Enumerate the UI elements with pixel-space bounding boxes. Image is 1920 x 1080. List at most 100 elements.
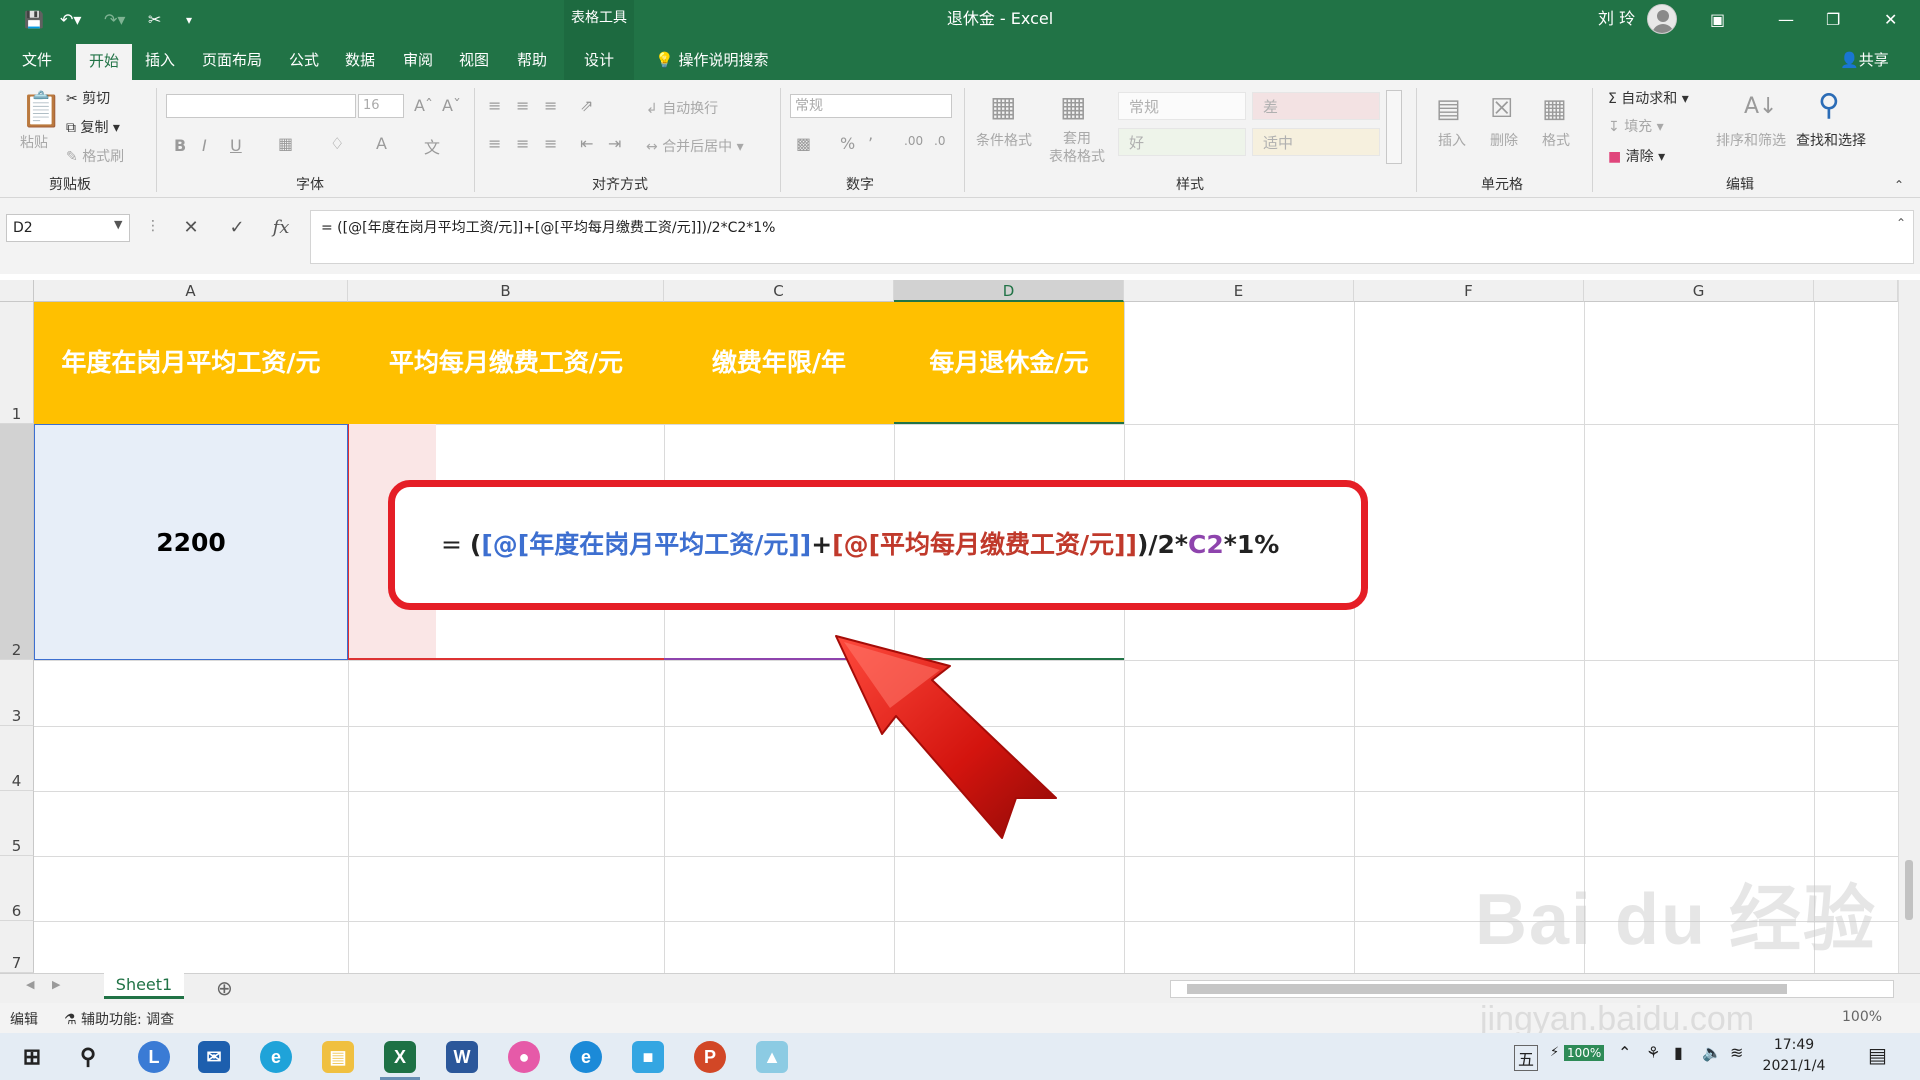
column-header-d[interactable]: D xyxy=(894,280,1124,302)
row-header-5[interactable]: 5 xyxy=(0,791,34,856)
mail-icon[interactable]: ✉ xyxy=(198,1041,230,1073)
insert-function-icon[interactable]: fx xyxy=(266,214,296,242)
bold-icon[interactable]: B xyxy=(174,136,186,155)
increase-decimal-icon[interactable]: .00 xyxy=(904,134,923,148)
font-name-box[interactable] xyxy=(166,94,356,118)
powerpoint-icon[interactable]: P xyxy=(694,1041,726,1073)
style-neutral[interactable]: 适中 xyxy=(1252,128,1380,156)
column-header-c[interactable]: C xyxy=(664,280,894,302)
user-name[interactable]: 刘 玲 xyxy=(1598,0,1635,40)
currency-icon[interactable]: ▩ xyxy=(796,134,811,153)
clear-button[interactable]: ■ 清除 ▾ xyxy=(1608,146,1665,166)
app-blue-icon[interactable]: ■ xyxy=(632,1041,664,1073)
percent-icon[interactable]: % xyxy=(840,134,855,153)
sheet-tab-sheet1[interactable]: Sheet1 xyxy=(104,973,184,999)
notification-icon[interactable]: ▤ xyxy=(1868,1043,1887,1067)
merge-center-button[interactable]: ↔ 合并后居中 ▾ xyxy=(646,136,744,156)
tab-help[interactable]: 帮助 xyxy=(508,40,556,80)
fill-color-icon[interactable]: ♢ xyxy=(330,134,344,153)
align-middle-icon[interactable]: ≡ xyxy=(516,96,529,115)
accessibility-status[interactable]: ⚗ 辅助功能: 调查 xyxy=(64,1009,174,1029)
font-color-icon[interactable]: A xyxy=(376,134,387,153)
tab-formulas[interactable]: 公式 xyxy=(282,40,326,80)
search-icon[interactable]: ⚲ xyxy=(72,1041,104,1073)
copy-button[interactable]: ⧉ 复制 ▾ xyxy=(66,117,120,137)
collapse-formula-icon[interactable]: ⌃ xyxy=(1896,216,1906,230)
delete-cells-icon[interactable]: ☒ xyxy=(1490,94,1513,124)
vertical-scrollbar[interactable] xyxy=(1898,280,1920,973)
border-icon[interactable]: ▦ xyxy=(278,134,293,153)
increase-font-icon[interactable]: Aˆ xyxy=(414,96,433,115)
row-header-3[interactable]: 3 xyxy=(0,660,34,726)
name-box[interactable]: D2 xyxy=(6,214,130,242)
fill-button[interactable]: ↧ 填充 ▾ xyxy=(1608,116,1664,136)
tell-me-search[interactable]: 💡 操作说明搜索 xyxy=(655,40,768,80)
font-size-box[interactable]: 16 xyxy=(358,94,404,118)
share-button[interactable]: 👤共享 xyxy=(1840,40,1889,80)
header-cell-a1[interactable]: 年度在岗月平均工资/元 xyxy=(34,302,348,424)
customize-qat-icon[interactable]: ▾ xyxy=(186,8,192,32)
cell-a2[interactable]: 2200 xyxy=(34,424,348,660)
increase-indent-icon[interactable]: ⇥ xyxy=(608,134,621,153)
row-header-7[interactable]: 7 xyxy=(0,921,34,973)
paste-icon[interactable]: 📋 xyxy=(20,90,62,130)
align-right-icon[interactable]: ≡ xyxy=(544,134,557,153)
browser-e-icon[interactable]: e xyxy=(260,1041,292,1073)
close-icon[interactable]: ✕ xyxy=(1884,8,1897,32)
add-sheet-icon[interactable]: ⊕ xyxy=(216,976,233,1000)
sort-filter-icon[interactable]: A↓ xyxy=(1744,94,1777,119)
column-header-h[interactable] xyxy=(1814,280,1898,302)
conditional-format-icon[interactable]: ▦ xyxy=(990,90,1016,123)
decrease-indent-icon[interactable]: ⇤ xyxy=(580,134,593,153)
row-header-1[interactable]: 1 xyxy=(0,302,34,424)
column-header-g[interactable]: G xyxy=(1584,280,1814,302)
align-left-icon[interactable]: ≡ xyxy=(488,134,501,153)
volume-icon[interactable]: 🔈 xyxy=(1702,1043,1722,1062)
tab-home[interactable]: 开始 xyxy=(76,44,132,80)
zoom-level[interactable]: 100% xyxy=(1842,1009,1882,1025)
column-header-a[interactable]: A xyxy=(34,280,348,302)
undo-icon[interactable]: ↶▾ xyxy=(60,8,81,32)
header-cell-d1[interactable]: 每月退休金/元 xyxy=(894,302,1124,424)
edge-icon[interactable]: e xyxy=(570,1041,602,1073)
style-good[interactable]: 好 xyxy=(1118,128,1246,156)
decrease-decimal-icon[interactable]: .0 xyxy=(934,134,945,148)
table-format-button[interactable]: 套用 表格格式 xyxy=(1040,130,1114,166)
header-cell-b1[interactable]: 平均每月缴费工资/元 xyxy=(348,302,664,424)
clock[interactable]: 17:49 2021/1/4 xyxy=(1754,1035,1834,1077)
save-icon[interactable]: 💾 xyxy=(24,8,44,32)
scroll-left-icon[interactable]: ◀ xyxy=(26,978,34,991)
formula-input[interactable]: = ([@[年度在岗月平均工资/元]]+[@[平均每月缴费工资/元]])/2*C… xyxy=(310,210,1914,264)
format-cells-icon[interactable]: ▦ xyxy=(1542,94,1567,124)
table-format-icon[interactable]: ▦ xyxy=(1060,90,1086,123)
battery-percent[interactable]: 100% xyxy=(1564,1045,1605,1061)
app-l-icon[interactable]: L xyxy=(138,1041,170,1073)
underline-icon[interactable]: U xyxy=(230,136,242,155)
windows-start-icon[interactable]: ⊞ xyxy=(16,1041,48,1073)
header-cell-c1[interactable]: 缴费年限/年 xyxy=(664,302,894,424)
enter-icon[interactable]: ✓ xyxy=(222,214,252,242)
insert-cells-icon[interactable]: ▤ xyxy=(1436,94,1461,124)
style-normal[interactable]: 常规 xyxy=(1118,92,1246,120)
format-painter-button[interactable]: ✎ 格式刷 xyxy=(66,146,124,166)
battery-icon[interactable]: ▮ xyxy=(1674,1043,1683,1062)
tab-review[interactable]: 审阅 xyxy=(396,40,440,80)
cut-button[interactable]: ✂ 剪切 xyxy=(66,88,110,108)
name-box-dropdown-icon[interactable]: ▼ xyxy=(114,218,122,231)
insert-cells-button[interactable]: 插入 xyxy=(1438,130,1466,150)
decrease-font-icon[interactable]: Aˇ xyxy=(442,96,461,115)
row-header-4[interactable]: 4 xyxy=(0,726,34,791)
wrap-text-button[interactable]: ↲ 自动换行 xyxy=(646,98,718,118)
tab-insert[interactable]: 插入 xyxy=(138,40,182,80)
row-header-2[interactable]: 2 xyxy=(0,424,34,660)
find-select-button[interactable]: 查找和选择 xyxy=(1796,130,1866,150)
align-center-icon[interactable]: ≡ xyxy=(516,134,529,153)
styles-scroll[interactable] xyxy=(1386,90,1402,164)
phonetic-icon[interactable]: 文 xyxy=(424,134,440,158)
sort-filter-button[interactable]: 排序和筛选 xyxy=(1716,130,1786,150)
chevron-up-icon[interactable]: ⌃ xyxy=(1618,1043,1631,1062)
ime-indicator[interactable]: 五 xyxy=(1514,1045,1539,1071)
select-all-button[interactable] xyxy=(0,280,34,302)
delete-cells-button[interactable]: 删除 xyxy=(1490,130,1518,150)
scroll-thumb[interactable] xyxy=(1905,860,1913,920)
